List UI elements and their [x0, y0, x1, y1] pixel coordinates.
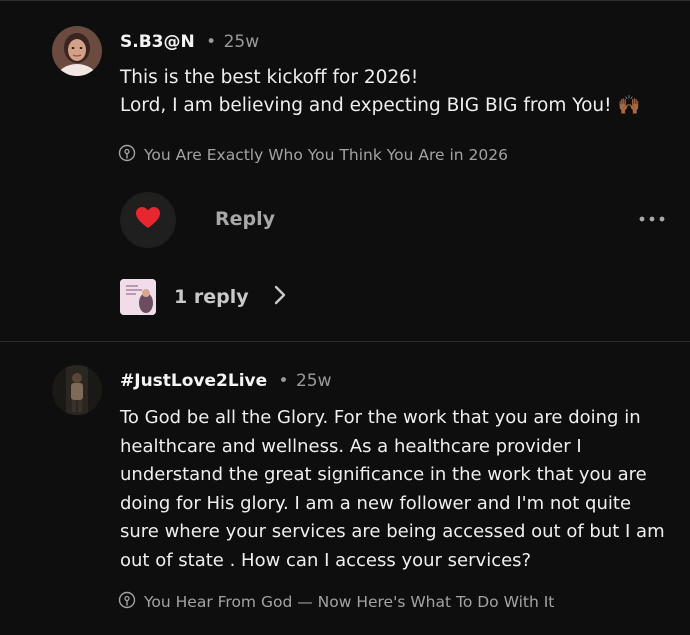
episode-link[interactable]: You Are Exactly Who You Think You Are in…	[118, 144, 508, 166]
reply-button[interactable]: Reply	[215, 208, 275, 230]
podcast-icon	[118, 144, 136, 166]
comment-age: 25w	[295, 371, 332, 391]
like-button[interactable]	[120, 192, 176, 248]
comment-line: sure where your services are being acces…	[120, 521, 665, 542]
comment-line: healthcare and wellness. As a healthcare…	[120, 435, 582, 457]
chevron-right-icon	[273, 284, 287, 310]
comment-age: 25w	[223, 32, 260, 52]
comment-line: Lord, I am believing and expecting BIG B…	[120, 95, 641, 116]
top-divider	[0, 0, 690, 1]
episode-link[interactable]: You Hear From God — Now Here's What To D…	[118, 591, 554, 613]
username[interactable]: S.B3@N	[120, 32, 195, 52]
comment-line: out of state . How can I access your ser…	[120, 549, 532, 571]
reply-count: 1 reply	[174, 286, 249, 308]
reply-thumbnail	[120, 279, 156, 315]
comment-line: This is the best kickoff for 2026!	[120, 67, 419, 88]
comment-line: understand the great significance in the…	[120, 464, 647, 485]
view-replies-button[interactable]: 1 reply	[120, 279, 287, 315]
comment-header: S.B3@N • 25w	[120, 32, 259, 52]
heart-icon	[135, 206, 161, 234]
comment-header: #JustLove2Live • 25w	[120, 371, 332, 391]
comment-line: doing for His glory. I am a new follower…	[120, 492, 632, 514]
comment-body: This is the best kickoff for 2026! Lord,…	[120, 64, 660, 120]
separator-dot: •	[206, 32, 217, 52]
episode-title: You Hear From God — Now Here's What To D…	[144, 593, 555, 611]
comment-line: To God be all the Glory. For the work th…	[120, 407, 641, 428]
separator-dot: •	[278, 371, 289, 391]
more-options-icon[interactable]	[638, 204, 666, 229]
user-avatar[interactable]	[52, 26, 102, 76]
username[interactable]: #JustLove2Live	[120, 371, 267, 391]
user-avatar[interactable]	[52, 365, 102, 415]
episode-title: You Are Exactly Who You Think You Are in…	[144, 146, 508, 164]
comment-body: To God be all the Glory. For the work th…	[120, 404, 680, 575]
comment-divider	[0, 341, 690, 342]
podcast-icon	[118, 591, 136, 613]
